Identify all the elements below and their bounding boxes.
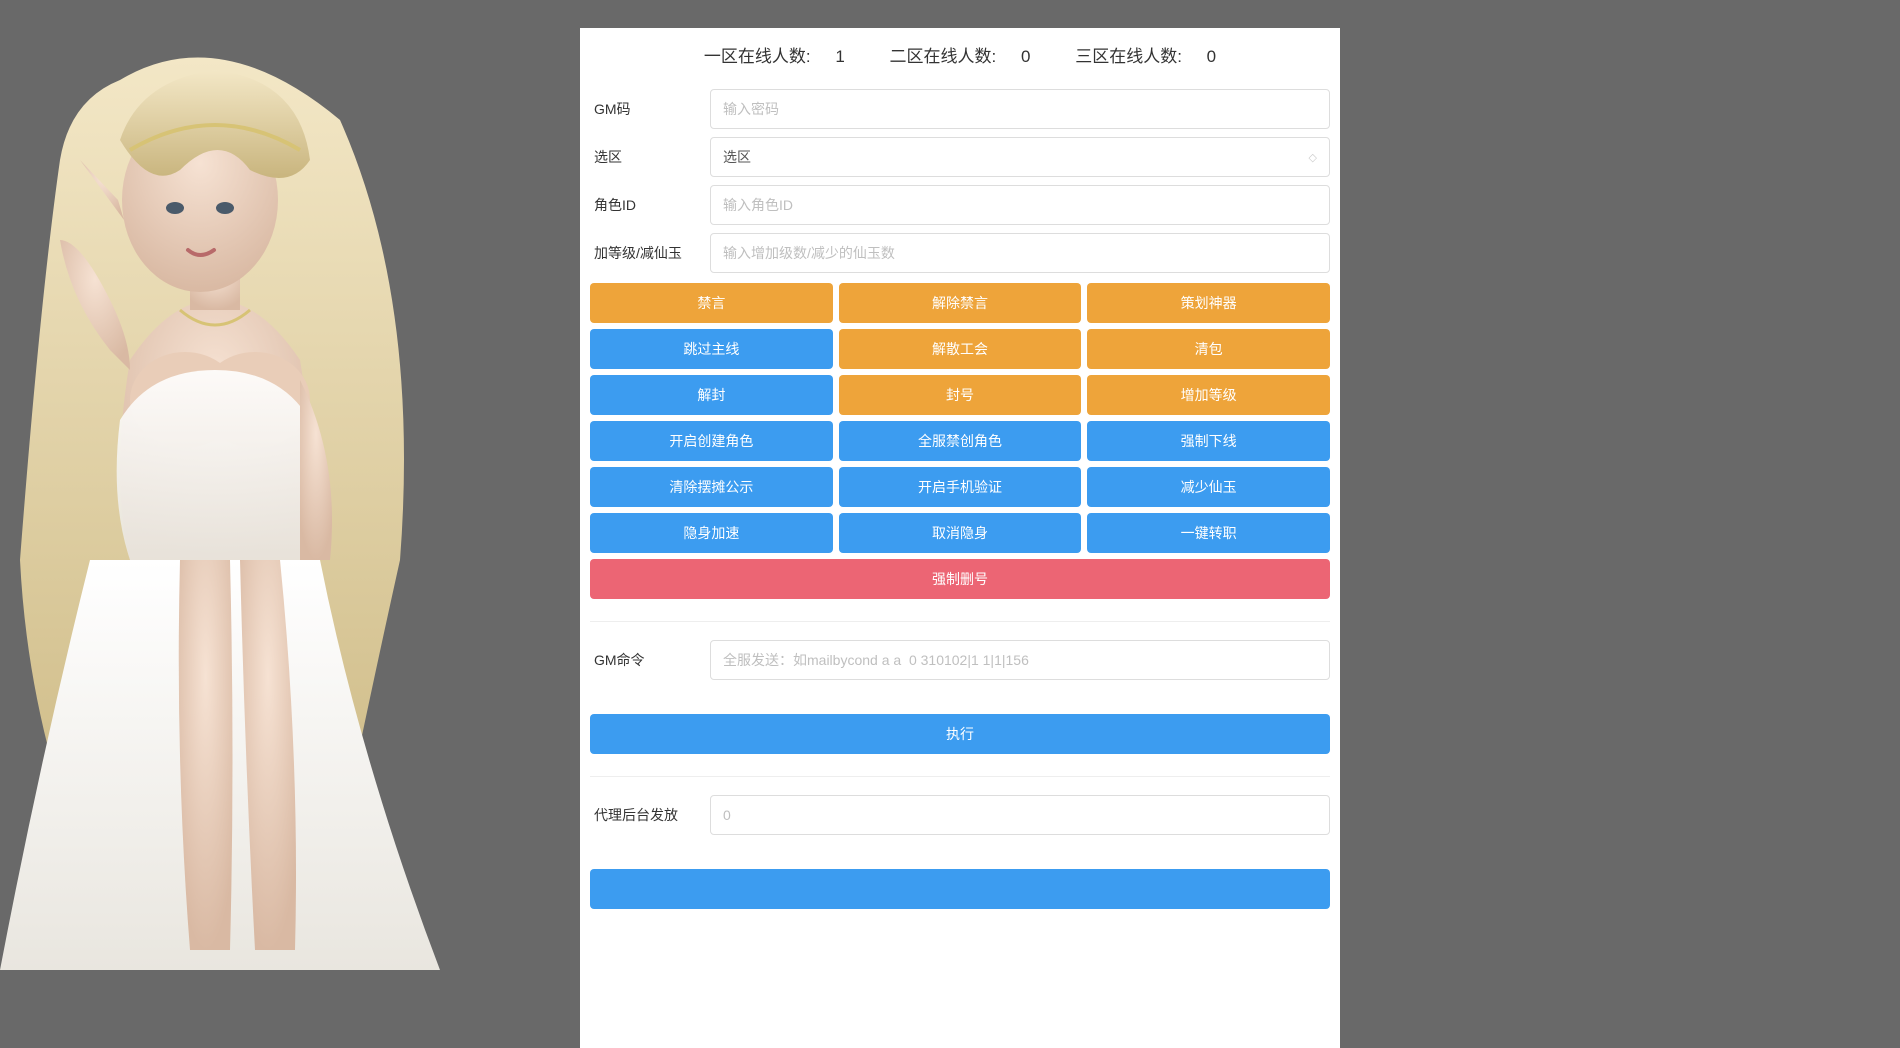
chevron-down-icon: ◇ [1309, 151, 1317, 164]
gm-code-label: GM码 [590, 99, 710, 119]
reduce-xianyu-button[interactable]: 减少仙玉 [1087, 467, 1330, 507]
disband-guild-button[interactable]: 解散工会 [839, 329, 1082, 369]
unban-button[interactable]: 解封 [590, 375, 833, 415]
divider [590, 621, 1330, 622]
execute-button[interactable]: 执行 [590, 714, 1330, 754]
mute-button[interactable]: 禁言 [590, 283, 833, 323]
proxy-label: 代理后台发放 [590, 805, 710, 825]
clear-bag-button[interactable]: 清包 [1087, 329, 1330, 369]
force-offline-button[interactable]: 强制下线 [1087, 421, 1330, 461]
role-id-label: 角色ID [590, 195, 710, 215]
online-status: 一区在线人数: 1 二区在线人数: 0 三区在线人数: 0 [580, 28, 1340, 85]
proxy-input[interactable] [710, 795, 1330, 835]
planner-artifact-button[interactable]: 策划神器 [1087, 283, 1330, 323]
skip-mainline-button[interactable]: 跳过主线 [590, 329, 833, 369]
action-buttons: 禁言 解除禁言 策划神器 跳过主线 解散工会 清包 解封 封号 增加等级 开启创… [580, 277, 1340, 607]
divider [590, 776, 1330, 777]
zone-select[interactable]: 选区 ◇ [710, 137, 1330, 177]
gm-code-input[interactable] [710, 89, 1330, 129]
proxy-submit-button[interactable] [590, 869, 1330, 909]
unmute-button[interactable]: 解除禁言 [839, 283, 1082, 323]
oneclick-class-change-button[interactable]: 一键转职 [1087, 513, 1330, 553]
zone-label: 选区 [590, 147, 710, 167]
enable-create-role-button[interactable]: 开启创建角色 [590, 421, 833, 461]
add-level-button[interactable]: 增加等级 [1087, 375, 1330, 415]
enable-phone-verify-button[interactable]: 开启手机验证 [839, 467, 1082, 507]
admin-panel: 一区在线人数: 1 二区在线人数: 0 三区在线人数: 0 GM码 选区 选区 … [580, 28, 1340, 1048]
cancel-stealth-button[interactable]: 取消隐身 [839, 513, 1082, 553]
level-label: 加等级/减仙玉 [590, 243, 710, 263]
stealth-speed-button[interactable]: 隐身加速 [590, 513, 833, 553]
role-id-input[interactable] [710, 185, 1330, 225]
ban-button[interactable]: 封号 [839, 375, 1082, 415]
gm-cmd-label: GM命令 [590, 650, 710, 670]
clear-stall-notice-button[interactable]: 清除摆摊公示 [590, 467, 833, 507]
gm-cmd-input[interactable] [710, 640, 1330, 680]
level-input[interactable] [710, 233, 1330, 273]
zone-select-value: 选区 [723, 147, 751, 167]
disable-create-role-button[interactable]: 全服禁创角色 [839, 421, 1082, 461]
force-delete-account-button[interactable]: 强制删号 [590, 559, 1330, 599]
character-illustration [0, 40, 440, 970]
